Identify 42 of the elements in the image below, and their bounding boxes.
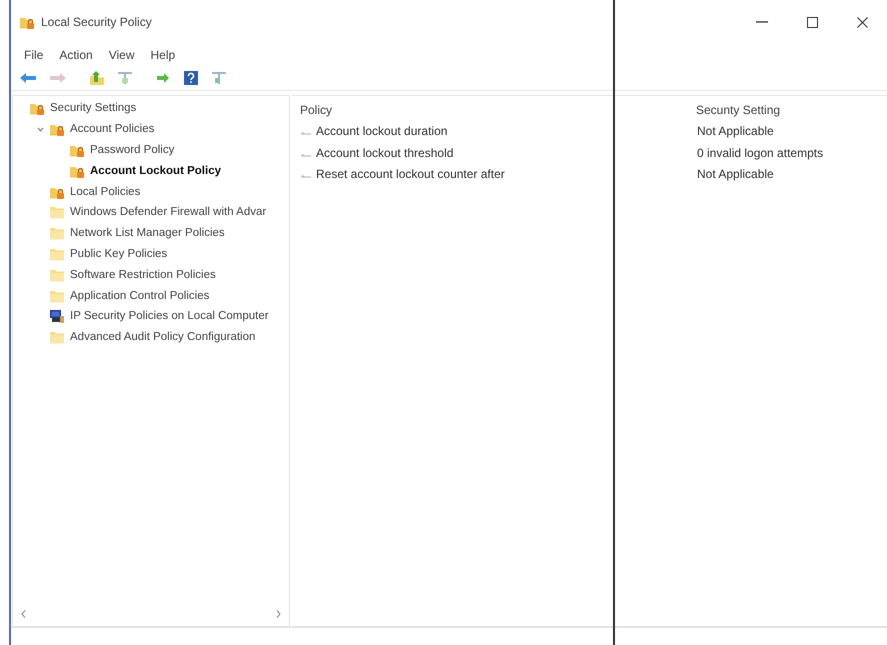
tree-item[interactable]: Account Policies [47,120,156,138]
tree-item[interactable]: Advanced Audit Policy Configuration [47,328,258,346]
folder-icon [49,225,65,242]
table-cell-text: 0 invalid logon attempts [696,146,824,160]
tree-item[interactable]: Windows Defender Firewall with Advar [47,203,268,222]
table-cell-text: Not Applicable [696,124,774,138]
table-cell-text: Not Applicable [696,167,774,182]
maximize-icon [806,16,818,28]
minimize-icon [756,21,768,23]
pane-icon [211,70,227,86]
tree-item[interactable]: Account Lockout Policy [67,162,223,180]
help-icon [183,70,199,86]
column-header[interactable]: Policy [292,102,332,117]
menu-item[interactable]: Action [52,46,100,64]
folder-icon [49,329,65,346]
table-cell: Reset account lockout counter after [292,167,505,182]
tree-item[interactable]: Software Restriction Policies [47,266,218,284]
computer-icon [49,308,65,324]
folder-up-icon [89,70,105,86]
folder-icon [49,204,65,220]
back-arrow-icon [19,71,37,85]
column-header[interactable]: Secunty Setting [688,102,780,117]
close-icon [856,16,868,28]
expand-chevron-icon[interactable] [36,126,44,133]
tree-item[interactable]: IP Security Policies on Local Computer [47,307,271,326]
scroll-left-icon[interactable] [21,610,26,618]
menu-item[interactable]: File [17,46,50,64]
table-cell: Account lockout duration [292,124,448,138]
export-arrow-icon [155,70,171,86]
tree-item[interactable]: Application Control Policies [47,286,212,305]
tree-icon [117,70,133,86]
menu-item[interactable]: Help [144,46,182,64]
tree-item[interactable]: Local Policies [47,182,142,201]
window-title: Local Security Policy [41,15,152,29]
tree-item[interactable]: Password Policy [67,140,176,159]
tree-item[interactable]: Network List Manager Policies [47,224,227,242]
menu-item[interactable]: View [102,46,142,64]
scroll-right-icon[interactable] [276,610,281,618]
tree-item[interactable]: Public Key Policies [47,244,170,263]
table-cell: Account lockout threshold [292,146,454,160]
forward-arrow-icon [49,71,67,85]
tree-item[interactable]: Security Settings [27,99,138,118]
